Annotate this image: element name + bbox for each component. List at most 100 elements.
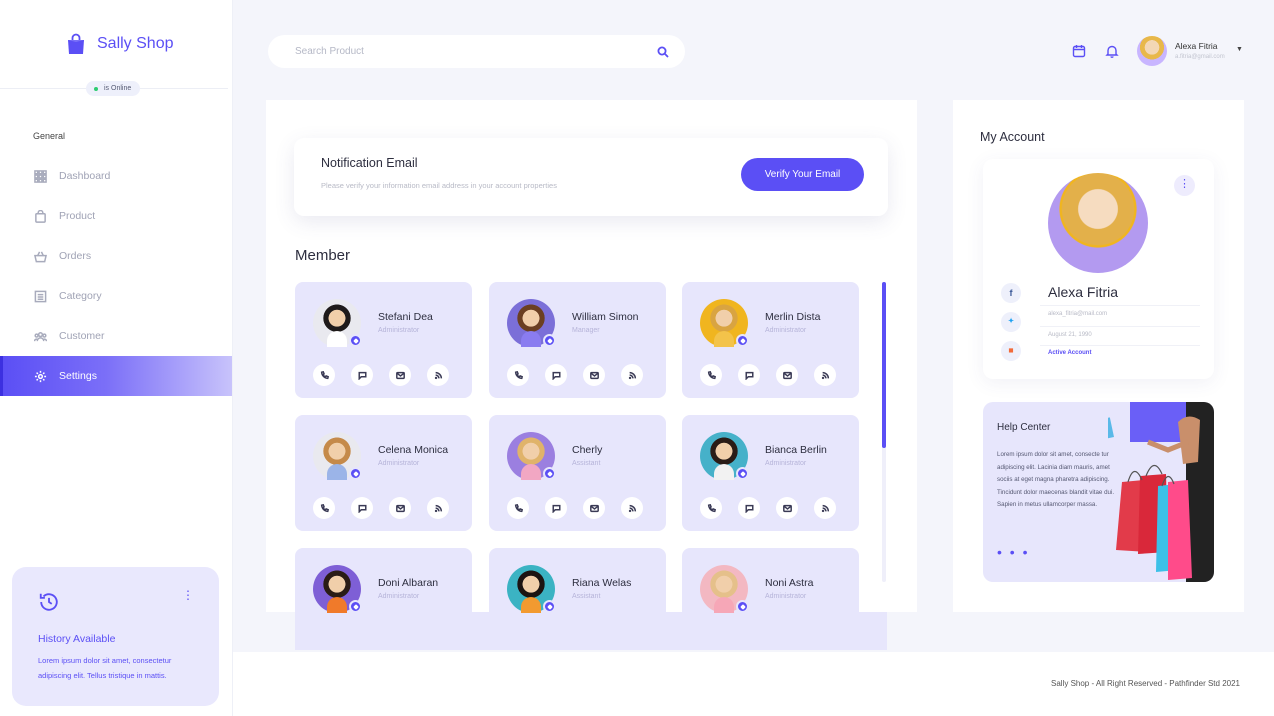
more-options-icon[interactable]: ⋮ [1174,175,1195,196]
member-name: William Simon [572,311,639,323]
chat-button[interactable] [738,364,760,386]
phone-icon [514,370,523,379]
sidebar-item-orders[interactable]: Orders [0,236,232,276]
sidebar-item-label: Customer [59,330,105,342]
account-birthday: August 21, 1990 [1048,332,1092,338]
member-card[interactable]: Stefani Dea Administrator [295,282,472,398]
history-title: History Available [38,633,116,645]
mail-button[interactable] [776,364,798,386]
rss-button[interactable] [621,364,643,386]
mail-button[interactable] [389,497,411,519]
chat-icon [551,371,561,380]
mail-icon [589,371,599,379]
phone-button[interactable] [700,497,722,519]
phone-button[interactable] [507,364,529,386]
member-badge-icon [543,334,556,347]
sidebar-item-category[interactable]: Category [0,276,232,316]
chevron-down-icon[interactable]: ▼ [1236,46,1243,53]
chat-button[interactable] [351,364,373,386]
user-name: Alexa Fitria [1175,41,1218,51]
grid-icon [34,169,47,183]
user-email: a.fitria@gmail.com [1175,54,1225,60]
bell-icon[interactable] [1105,44,1119,58]
chat-icon [357,504,367,513]
member-card[interactable]: Noni Astra Administrator [682,548,859,613]
rss-icon [628,371,636,379]
mail-icon [782,371,792,379]
more-options-icon[interactable]: ⋮ [182,589,194,601]
history-text: Lorem ipsum dolor sit amet, consectetur … [38,656,172,680]
search-icon[interactable] [657,46,669,58]
mail-button[interactable] [776,497,798,519]
help-center-title: Help Center [997,422,1051,433]
member-name: Cherly [572,444,603,456]
phone-button[interactable] [313,364,335,386]
rss-button[interactable] [427,364,449,386]
mail-button[interactable] [583,364,605,386]
member-role: Administrator [765,327,807,334]
user-avatar[interactable] [1137,36,1167,66]
chat-button[interactable] [545,364,567,386]
phone-button[interactable] [507,497,529,519]
member-role: Administrator [378,327,420,334]
member-badge-icon [736,334,749,347]
scrollbar-thumb[interactable] [882,282,886,448]
mail-button[interactable] [583,497,605,519]
help-center-text: Lorem ipsum dolor sit amet, consecte tur… [997,451,1115,508]
sidebar-item-dashboard[interactable]: Dashboard [0,156,232,196]
member-name: Bianca Berlin [765,444,827,456]
sidebar-item-customer[interactable]: Customer [0,316,232,356]
member-section-title: Member [295,247,351,264]
carousel-dots[interactable]: • • • [997,545,1029,559]
bag-icon [35,209,46,223]
member-name: Riana Welas [572,577,632,589]
phone-button[interactable] [313,497,335,519]
member-actions [313,364,449,386]
member-card[interactable]: Merlin Dista Administrator [682,282,859,398]
mail-icon [589,504,599,512]
member-badge-icon [349,600,362,613]
twitter-icon[interactable]: ✦ [1001,312,1021,332]
sidebar-nav: Dashboard Product Orders Category Custom… [0,156,232,396]
member-actions [507,364,643,386]
member-card[interactable]: Bianca Berlin Administrator [682,415,859,531]
member-badge-icon [543,600,556,613]
chat-button[interactable] [545,497,567,519]
phone-icon [707,503,716,512]
sidebar-item-product[interactable]: Product [0,196,232,236]
instagram-icon[interactable]: ◼ [1001,341,1021,361]
category-icon [34,290,47,302]
facebook-icon[interactable]: f [1001,283,1021,303]
rss-button[interactable] [427,497,449,519]
member-name: Celena Monica [378,444,449,456]
search-input[interactable] [295,46,657,57]
member-badge-icon [349,334,362,347]
brand[interactable]: Sally Shop [64,32,174,56]
chat-icon [744,504,754,513]
sidebar-item-label: Product [59,210,96,222]
chat-button[interactable] [351,497,373,519]
member-role: Assistant [572,593,601,600]
rss-button[interactable] [814,364,836,386]
member-card[interactable]: William Simon Manager [489,282,666,398]
member-card[interactable]: Doni Albaran Administrator [295,548,472,613]
rss-button[interactable] [621,497,643,519]
mail-icon [395,504,405,512]
member-card[interactable]: Riana Welas Assistant [489,548,666,613]
help-center-card[interactable]: Help Center Lorem ipsum dolor sit amet, … [983,402,1214,582]
member-badge-icon [736,600,749,613]
chat-icon [551,504,561,513]
member-role: Administrator [765,593,807,600]
verify-email-button[interactable]: Verify Your Email [741,158,864,191]
brand-name: Sally Shop [97,35,174,52]
member-card[interactable]: Celena Monica Administrator [295,415,472,531]
sidebar-item-settings[interactable]: Settings [0,356,232,396]
rss-button[interactable] [814,497,836,519]
chat-button[interactable] [738,497,760,519]
member-card[interactable]: Cherly Assistant [489,415,666,531]
phone-button[interactable] [700,364,722,386]
mail-button[interactable] [389,364,411,386]
calendar-icon[interactable] [1072,44,1086,58]
divider [1040,326,1200,327]
footer: Sally Shop - All Right Reserved - Pathfi… [233,652,1274,716]
